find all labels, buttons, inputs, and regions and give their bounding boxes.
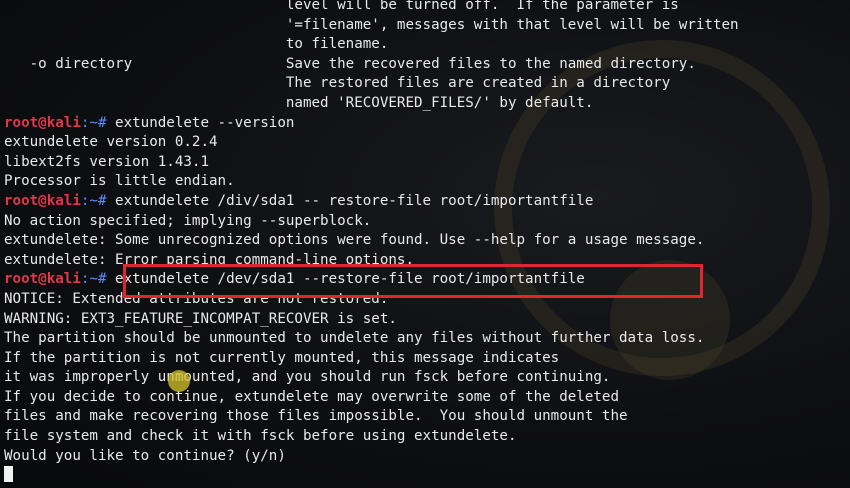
terminal-output-line: The restored files are created in a dire… bbox=[4, 75, 671, 92]
terminal-output-line: Processor is little endian. bbox=[4, 173, 235, 190]
terminal-output-line: Would you like to continue? (y/n) bbox=[4, 447, 286, 464]
terminal-prompt-line: root@kali:~# extundelete --version bbox=[4, 114, 739, 134]
prompt-command: extundelete /dev/sda1 --restore-file roo… bbox=[115, 271, 585, 288]
prompt-user-host: root@kali bbox=[4, 114, 81, 131]
terminal-output-line: libext2fs version 1.43.1 bbox=[4, 153, 209, 170]
prompt-command: extundelete --version bbox=[115, 114, 295, 131]
terminal-output-line: If you decide to continue, extundelete m… bbox=[4, 388, 619, 405]
terminal-prompt-line: root@kali:~# extundelete /div/sda1 -- re… bbox=[4, 192, 739, 212]
terminal-input-line[interactable] bbox=[4, 466, 739, 486]
terminal-output-line: named 'RECOVERED_FILES/' by default. bbox=[4, 94, 594, 111]
prompt-command: extundelete /div/sda1 -- restore-file ro… bbox=[115, 192, 594, 209]
terminal-output-line: '=filename', messages with that level wi… bbox=[4, 16, 739, 33]
prompt-path: :~# bbox=[80, 114, 116, 131]
terminal-output-line: No action specified; implying --superblo… bbox=[4, 212, 372, 229]
terminal-cursor bbox=[4, 466, 13, 483]
prompt-path: :~# bbox=[80, 192, 116, 209]
terminal-output-line: extundelete version 0.2.4 bbox=[4, 134, 218, 151]
terminal-output-line: If the partition is not currently mounte… bbox=[4, 349, 560, 366]
terminal-output-line: to filename. bbox=[4, 36, 389, 53]
terminal-output-line: files and make recovering those files im… bbox=[4, 408, 628, 425]
terminal-output: level will be turned off. If the paramet… bbox=[4, 0, 739, 486]
terminal-output-line: The partition should be unmounted to und… bbox=[4, 330, 705, 347]
terminal-output-line: extundelete: Some unrecognized options w… bbox=[4, 232, 705, 249]
terminal-window[interactable]: level will be turned off. If the paramet… bbox=[0, 0, 850, 488]
prompt-user-host: root@kali bbox=[4, 192, 81, 209]
terminal-output-line: it was improperly unmounted, and you sho… bbox=[4, 369, 611, 386]
prompt-path: :~# bbox=[80, 271, 116, 288]
terminal-output-line: extundelete: Error parsing command-line … bbox=[4, 251, 414, 268]
terminal-output-line: WARNING: EXT3_FEATURE_INCOMPAT_RECOVER i… bbox=[4, 310, 397, 327]
terminal-prompt-line: root@kali:~# extundelete /dev/sda1 --res… bbox=[4, 270, 739, 290]
terminal-output-line: file system and check it with fsck befor… bbox=[4, 428, 517, 445]
terminal-output-line: NOTICE: Extended attributes are not rest… bbox=[4, 290, 389, 307]
terminal-output-line: level will be turned off. If the paramet… bbox=[4, 0, 679, 13]
prompt-user-host: root@kali bbox=[4, 271, 81, 288]
terminal-output-line: -o directory Save the recovered files to… bbox=[4, 55, 696, 72]
